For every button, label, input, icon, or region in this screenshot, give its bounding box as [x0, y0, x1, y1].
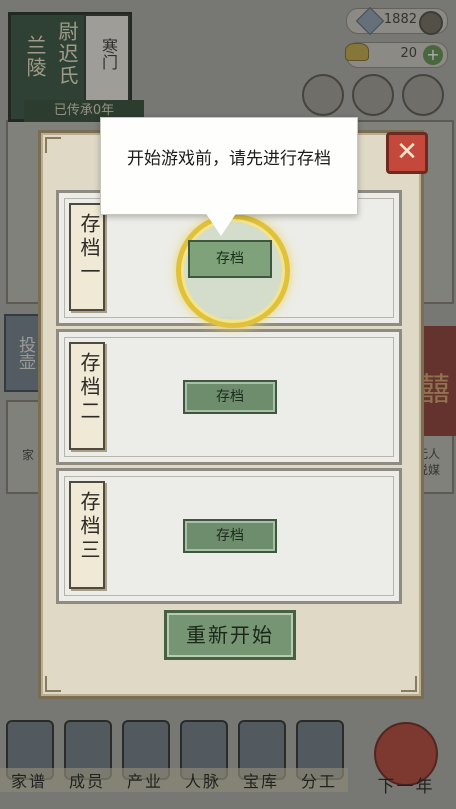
tutorial-tooltip: 开始游戏前，请先进行存档 [100, 117, 358, 215]
save-button-1[interactable]: 存档 [188, 240, 272, 278]
slot-label: 存档二 [69, 342, 105, 450]
modal-corner [45, 676, 61, 692]
save-slot-2: 存档二 存档 [56, 329, 402, 465]
modal-corner [45, 137, 61, 153]
save-button-3[interactable]: 存档 [183, 519, 277, 553]
slot-label: 存档一 [69, 203, 105, 311]
save-slot-3: 存档三 存档 [56, 468, 402, 604]
slot-name-text: 存档一 [77, 213, 101, 285]
slot-label: 存档三 [69, 481, 105, 589]
tooltip-pointer [205, 212, 237, 236]
modal-corner [401, 676, 417, 692]
slot-name-text: 存档三 [77, 491, 101, 563]
restart-button[interactable]: 重新开始 [164, 610, 296, 660]
slot-name-text: 存档二 [77, 352, 101, 424]
save-button-2[interactable]: 存档 [183, 380, 277, 414]
close-icon[interactable]: ✕ [386, 132, 428, 174]
tooltip-text: 开始游戏前，请先进行存档 [127, 149, 331, 169]
